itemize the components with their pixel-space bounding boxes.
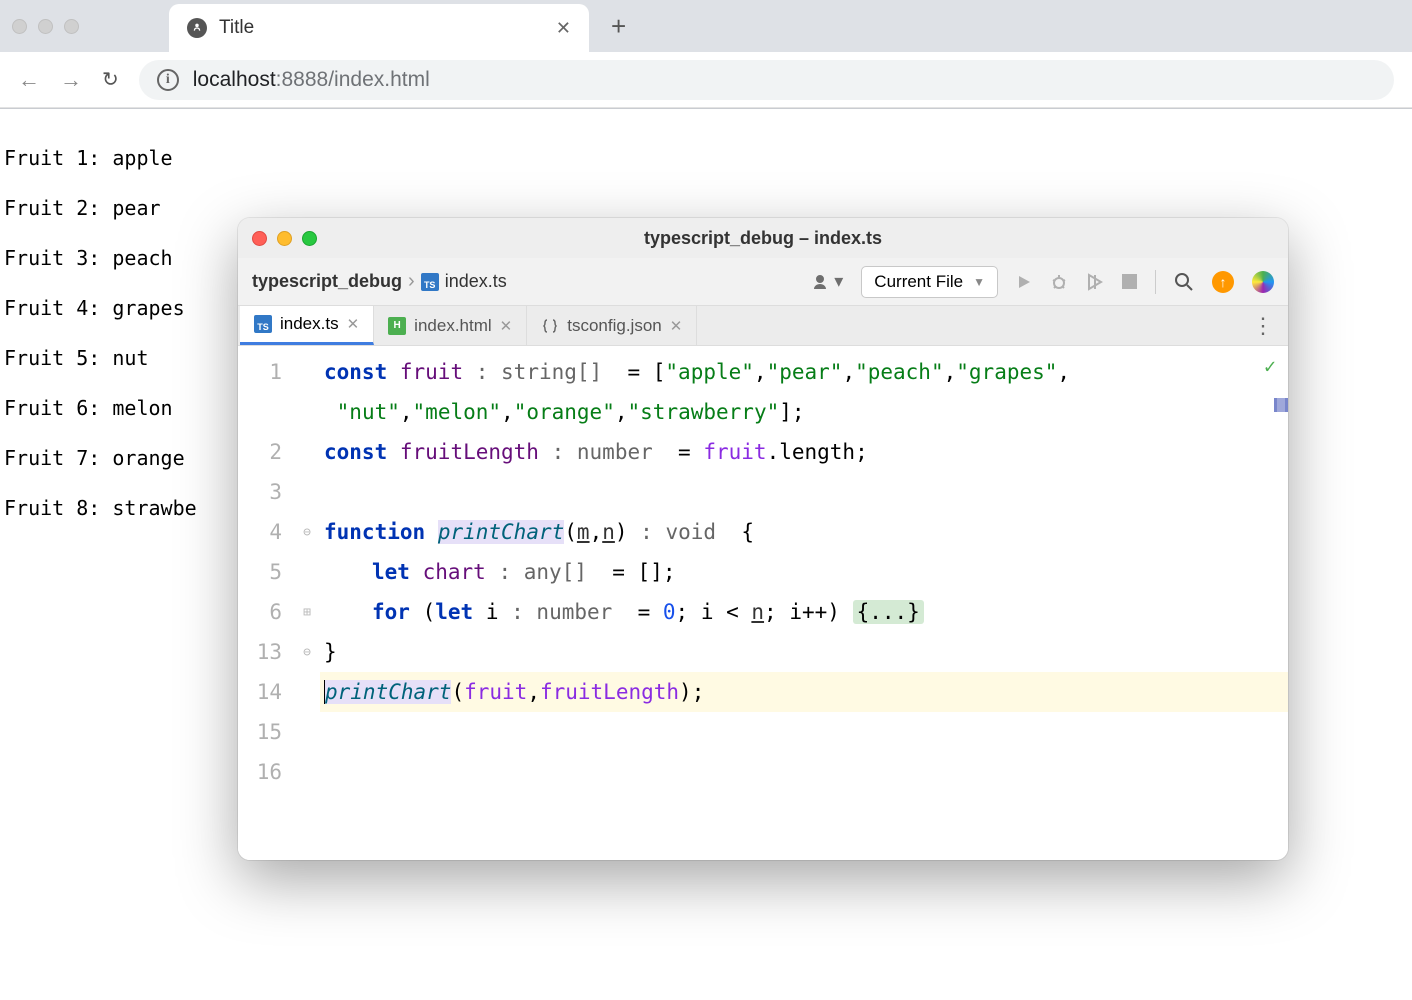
stop-button[interactable]: [1122, 274, 1137, 289]
search-icon[interactable]: [1174, 272, 1194, 292]
tab-tsconfig[interactable]: tsconfig.json ✕: [527, 306, 697, 345]
breadcrumb: typescript_debug › TS index.ts: [252, 270, 507, 293]
tab-title: Title: [219, 17, 544, 39]
address-bar[interactable]: i localhost:8888/index.html: [139, 60, 1394, 100]
ts-file-icon: TS: [254, 315, 272, 333]
run-button[interactable]: [1016, 274, 1032, 290]
chevron-down-icon: ▼: [973, 275, 985, 289]
browser-toolbar: ← → ↻ i localhost:8888/index.html: [0, 52, 1412, 108]
code-with-me-icon[interactable]: ▾: [812, 271, 843, 292]
run-config-selector[interactable]: Current File ▼: [861, 266, 998, 298]
ide-titlebar: typescript_debug – index.ts: [238, 218, 1288, 258]
close-icon[interactable]: ✕: [347, 315, 360, 333]
tab-menu-icon[interactable]: ⋮: [1252, 313, 1274, 339]
fold-column: ⊖ ⊞ ⊖: [294, 346, 320, 860]
ide-navbar: typescript_debug › TS index.ts ▾ Current…: [238, 258, 1288, 306]
ide-logo-icon[interactable]: [1252, 271, 1274, 293]
editor-tabs: TS index.ts ✕ H index.html ✕ tsconfig.js…: [238, 306, 1288, 346]
breadcrumb-file[interactable]: TS index.ts: [421, 271, 507, 292]
tab-index-ts[interactable]: TS index.ts ✕: [240, 306, 374, 345]
zoom-dot[interactable]: [64, 19, 79, 34]
line-gutter: 1 2 3 4 5 6 13 14 15 16: [238, 346, 294, 860]
favicon-icon: [187, 18, 207, 38]
tab-index-html[interactable]: H index.html ✕: [374, 306, 527, 345]
new-tab-button[interactable]: +: [611, 11, 626, 42]
scrollbar-marker: [1274, 398, 1288, 412]
close-icon[interactable]: ✕: [670, 317, 683, 335]
url-host: localhost: [193, 68, 276, 91]
fold-toggle-icon[interactable]: ⊖: [294, 632, 320, 672]
output-line: Fruit 1: apple: [4, 133, 1408, 183]
update-icon[interactable]: ↑: [1212, 271, 1234, 293]
analysis-ok-icon[interactable]: ✓: [1264, 354, 1276, 378]
minimize-dot[interactable]: [38, 19, 53, 34]
ide-window-title: typescript_debug – index.ts: [238, 228, 1288, 249]
debug-button[interactable]: [1050, 273, 1068, 291]
back-button[interactable]: ←: [18, 67, 40, 93]
ts-file-icon: TS: [421, 273, 439, 291]
code-area[interactable]: ✓ const fruit : string[] = ["apple","pea…: [320, 346, 1288, 860]
site-info-icon[interactable]: i: [157, 69, 179, 91]
browser-chrome: Title ✕ + ← → ↻ i localhost:8888/index.h…: [0, 0, 1412, 109]
chevron-right-icon: ›: [408, 270, 415, 293]
reload-button[interactable]: ↻: [102, 67, 119, 92]
breadcrumb-project[interactable]: typescript_debug: [252, 271, 402, 292]
code-editor[interactable]: 1 2 3 4 5 6 13 14 15 16 ⊖ ⊞ ⊖ ✓ const fr…: [238, 346, 1288, 860]
json-file-icon: [541, 317, 559, 335]
html-file-icon: H: [388, 317, 406, 335]
coverage-button[interactable]: [1086, 273, 1104, 291]
forward-button[interactable]: →: [60, 67, 82, 93]
fold-expand-icon[interactable]: ⊞: [294, 592, 320, 632]
tab-strip: Title ✕ +: [0, 0, 1412, 52]
folded-block[interactable]: {...}: [853, 600, 924, 624]
close-icon[interactable]: ✕: [500, 317, 513, 335]
ide-window: typescript_debug – index.ts typescript_d…: [238, 218, 1288, 860]
window-traffic-lights: [12, 19, 79, 34]
url-path: :8888/index.html: [276, 68, 430, 91]
browser-tab[interactable]: Title ✕: [169, 4, 589, 52]
tab-close-icon[interactable]: ✕: [556, 18, 571, 39]
fold-toggle-icon[interactable]: ⊖: [294, 512, 320, 552]
close-dot[interactable]: [12, 19, 27, 34]
